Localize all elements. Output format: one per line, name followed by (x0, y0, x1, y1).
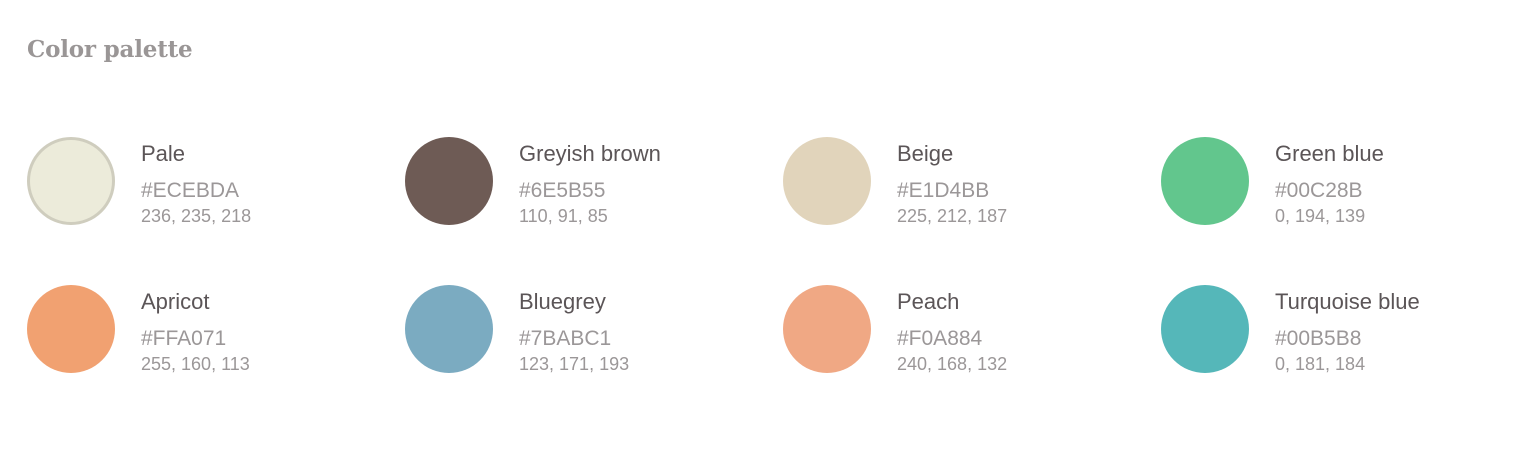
color-hex: #00C28B (1275, 179, 1363, 202)
page-title: Color palette (27, 36, 193, 63)
color-circle (783, 285, 871, 373)
color-rgb: 240, 168, 132 (897, 354, 1008, 374)
color-hex: #FFA071 (141, 327, 227, 350)
color-name: Turquoise blue (1275, 289, 1420, 314)
color-circle (405, 137, 493, 225)
color-hex: #7BABC1 (519, 327, 612, 350)
color-name: Apricot (141, 289, 210, 314)
color-hex: #00B5B8 (1275, 327, 1362, 350)
color-hex: #F0A884 (897, 327, 983, 350)
color-name: Greyish brown (519, 141, 661, 166)
color-rgb: 255, 160, 113 (141, 354, 250, 374)
color-circle (405, 285, 493, 373)
color-swatch-pale: Pale #ECEBDA 236, 235, 218 (27, 137, 405, 285)
color-name: Bluegrey (519, 289, 606, 314)
color-hex: #E1D4BB (897, 179, 990, 202)
color-swatch-peach: Peach #F0A884 240, 168, 132 (783, 285, 1161, 433)
color-swatch-beige: Beige #E1D4BB 225, 212, 187 (783, 137, 1161, 285)
color-swatch-greyish-brown: Greyish brown #6E5B55 110, 91, 85 (405, 137, 783, 285)
color-info: Peach #F0A884 240, 168, 132 (897, 285, 1007, 375)
color-info: Greyish brown #6E5B55 110, 91, 85 (519, 137, 661, 227)
color-swatch-turquoise-blue: Turquoise blue #00B5B8 0, 181, 184 (1161, 285, 1461, 433)
color-rgb: 236, 235, 218 (141, 206, 252, 226)
color-swatch-apricot: Apricot #FFA071 255, 160, 113 (27, 285, 405, 433)
color-circle (27, 285, 115, 373)
color-name: Peach (897, 289, 960, 314)
color-rgb: 123, 171, 193 (519, 354, 630, 374)
color-hex: #ECEBDA (141, 179, 240, 202)
color-info: Beige #E1D4BB 225, 212, 187 (897, 137, 1007, 227)
color-info: Apricot #FFA071 255, 160, 113 (141, 285, 250, 375)
color-swatch-bluegrey: Bluegrey #7BABC1 123, 171, 193 (405, 285, 783, 433)
color-circle (1161, 285, 1249, 373)
color-rgb: 110, 91, 85 (519, 206, 608, 226)
color-info: Bluegrey #7BABC1 123, 171, 193 (519, 285, 629, 375)
color-info: Pale #ECEBDA 236, 235, 218 (141, 137, 251, 227)
color-circle (1161, 137, 1249, 225)
color-info: Turquoise blue #00B5B8 0, 181, 184 (1275, 285, 1420, 375)
color-rgb: 0, 181, 184 (1275, 354, 1366, 374)
color-name: Pale (141, 141, 186, 166)
color-hex: #6E5B55 (519, 179, 606, 202)
color-swatch-green-blue: Green blue #00C28B 0, 194, 139 (1161, 137, 1461, 285)
color-circle (27, 137, 115, 225)
color-info: Green blue #00C28B 0, 194, 139 (1275, 137, 1384, 227)
color-name: Green blue (1275, 141, 1384, 166)
color-circle (783, 137, 871, 225)
color-swatch-grid: Pale #ECEBDA 236, 235, 218 Greyish brown… (27, 137, 1527, 433)
color-name: Beige (897, 141, 954, 166)
color-rgb: 0, 194, 139 (1275, 206, 1366, 226)
color-rgb: 225, 212, 187 (897, 206, 1008, 226)
